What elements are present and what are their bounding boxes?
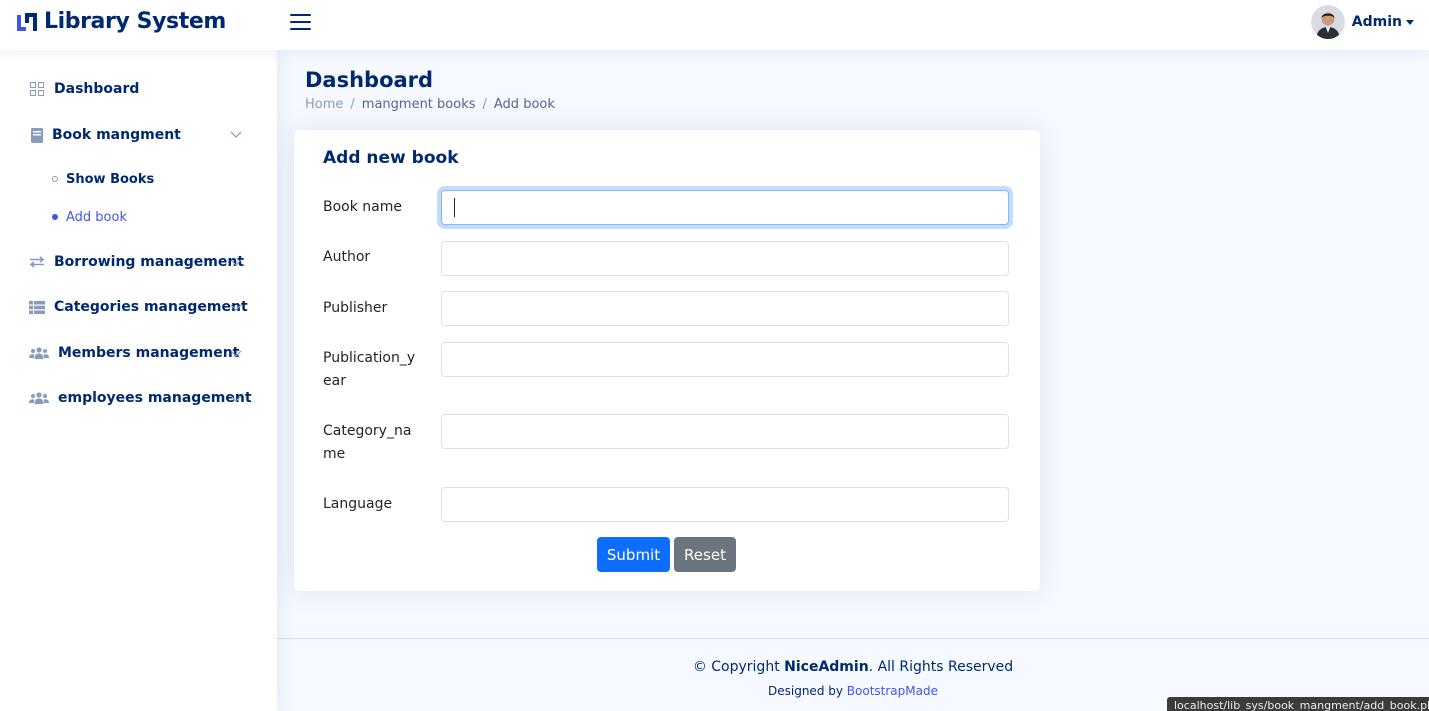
sidebar-item-employees-management[interactable]: employees management	[20, 383, 252, 413]
copyright-suffix: . All Rights Reserved	[868, 659, 1014, 675]
logo-icon	[17, 12, 37, 31]
credits: Designed by BootstrapMade	[277, 684, 1429, 698]
copyright-prefix: © Copyright	[692, 659, 785, 675]
chevron-down-icon	[230, 131, 242, 138]
card-title: Add new book	[323, 148, 459, 168]
sidebar-item-label: employees management	[58, 390, 252, 406]
browser-status-url: localhost/lib_sys/book_mangment/add_book…	[1167, 697, 1429, 711]
publisher-label: Publisher	[323, 300, 388, 316]
arrows-exchange-icon	[29, 254, 45, 270]
app-title: Library System	[44, 9, 226, 34]
breadcrumb-current: Add book	[493, 97, 555, 112]
sidebar-item-book-mangment[interactable]: Book mangment	[20, 120, 252, 150]
grid-icon	[29, 81, 45, 97]
publication-year-input[interactable]	[441, 342, 1009, 377]
sidebar-subitem-add-book[interactable]: Add book	[52, 206, 127, 228]
profile-name: Admin	[1351, 14, 1402, 30]
sidebar-subitem-label: Show Books	[66, 171, 155, 187]
sidebar-item-label: Categories management	[54, 299, 248, 315]
credits-prefix: Designed by	[768, 684, 847, 698]
sidebar-item-dashboard[interactable]: Dashboard	[20, 74, 252, 104]
publisher-input[interactable]	[441, 291, 1009, 326]
chevron-down-icon	[230, 350, 242, 357]
people-icon	[29, 390, 49, 406]
publication-year-label: Publication_y ear	[323, 350, 416, 389]
breadcrumb-separator: /	[482, 97, 487, 112]
circle-icon	[52, 176, 58, 182]
page-title: Dashboard	[305, 68, 433, 92]
language-label: Language	[323, 496, 393, 512]
sidebar-item-label: Dashboard	[54, 81, 140, 97]
submit-button[interactable]: Submit	[597, 537, 670, 572]
copyright-brand: NiceAdmin	[784, 659, 869, 675]
add-book-card: Add new book Book name Author Publisher …	[294, 130, 1040, 591]
sidebar-item-label: Book mangment	[52, 127, 181, 143]
chevron-down-icon	[230, 395, 242, 402]
breadcrumb-separator: /	[350, 97, 355, 112]
chevron-down-icon	[230, 304, 242, 311]
author-label: Author	[323, 249, 371, 265]
caret-down-icon	[1406, 19, 1414, 25]
sidebar-item-label: Borrowing management	[54, 254, 245, 270]
chevron-down-icon	[230, 259, 242, 266]
people-icon	[29, 345, 49, 361]
book-icon	[29, 127, 45, 143]
author-input[interactable]	[441, 241, 1009, 276]
sidebar-subitem-label: Add book	[66, 209, 127, 225]
profile-dropdown[interactable]: Admin	[1310, 5, 1414, 39]
top-header: Library System Admin	[0, 0, 1429, 50]
copyright: © Copyright NiceAdmin. All Rights Reserv…	[277, 659, 1429, 675]
breadcrumb-home-link[interactable]: Home	[305, 97, 343, 112]
logo[interactable]: Library System	[15, 9, 226, 34]
sidebar-subitem-show-books[interactable]: Show Books	[52, 168, 154, 190]
page-heading: Dashboard	[305, 68, 434, 92]
breadcrumb: Home / mangment books / Add book	[305, 97, 555, 112]
circle-icon	[52, 214, 58, 220]
sidebar-item-label: Members management	[58, 345, 240, 361]
breadcrumb-mangment-books-link[interactable]: mangment books	[362, 97, 476, 112]
list-icon	[29, 299, 45, 315]
reset-button[interactable]: Reset	[674, 537, 736, 572]
book-name-label: Book name	[323, 199, 402, 215]
avatar	[1310, 5, 1345, 39]
bootstrapmade-link[interactable]: BootstrapMade	[847, 684, 938, 698]
text-cursor	[454, 198, 455, 217]
category-name-input[interactable]	[441, 414, 1009, 449]
sidebar-item-borrowing-management[interactable]: Borrowing management	[20, 247, 252, 277]
book-name-input[interactable]	[441, 190, 1009, 225]
sidebar-item-categories-management[interactable]: Categories management	[20, 292, 252, 322]
sidebar-toggle-icon[interactable]	[290, 12, 312, 32]
sidebar: Dashboard Book mangment Show Books Add b…	[0, 50, 277, 711]
category-name-label: Category_na me	[323, 423, 412, 462]
sidebar-item-members-management[interactable]: Members management	[20, 338, 252, 368]
language-input[interactable]	[441, 487, 1009, 522]
